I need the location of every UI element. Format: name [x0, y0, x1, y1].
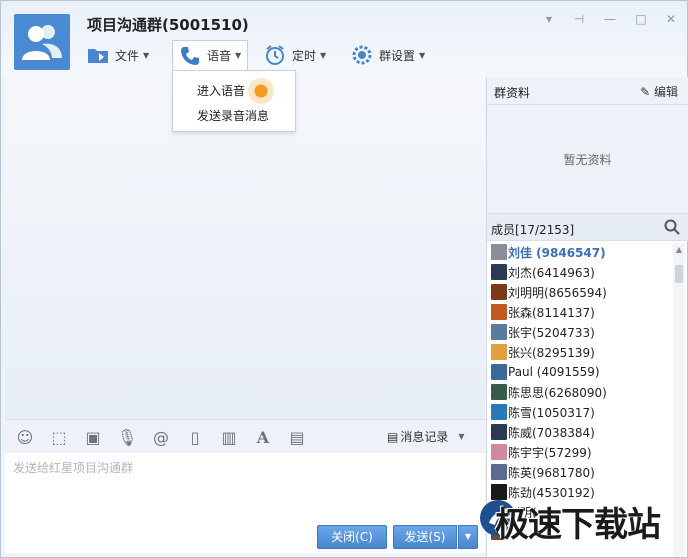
group-title: 项目沟通群(5001510) [87, 16, 249, 34]
member-row[interactable]: 陈雪(1050317) [491, 402, 595, 422]
image-icon[interactable]: ▣ [83, 428, 103, 448]
member-row[interactable]: 刘明明(8656594) [491, 282, 607, 302]
member-row[interactable]: 张森(8114137) [491, 302, 595, 322]
window-header: 项目沟通群(5001510) ▾ ⊣ — □ ✕ 文件 ▼ 语音 ▼ 定时 ▼ … [1, 1, 687, 77]
voice-menu-button[interactable]: 语音 ▼ [172, 40, 249, 70]
file-menu-label: 文件 [115, 48, 140, 63]
scroll-up-icon[interactable]: ▲ [675, 245, 683, 254]
member-avatar [491, 264, 507, 280]
microphone-icon[interactable]: 🎙 [117, 428, 137, 448]
chevron-down-icon: ▼ [419, 50, 426, 60]
pin-icon[interactable]: ▾ [541, 11, 557, 27]
member-avatar [491, 324, 507, 340]
chevron-down-icon: ▼ [143, 50, 150, 60]
input-placeholder: 发送给红星项目沟通群 [13, 461, 134, 475]
input-toolbar: ☺ ⬚ ▣ 🎙 @ ▯ ▥ A ▤ ▤ 消息记录 ▼ [5, 419, 485, 453]
member-name: 陈英(9681780) [508, 465, 595, 480]
member-name: 刘明明(8656594) [508, 285, 607, 300]
member-avatar [491, 244, 507, 260]
group-info-title: 群资料 [494, 86, 531, 100]
member-row[interactable]: 张宇(5204733) [491, 322, 595, 342]
no-data-text: 暂无资料 [563, 153, 612, 167]
member-name: 刘杰(6414963) [508, 265, 595, 280]
dock-icon[interactable]: ⊣ [571, 11, 587, 27]
screenshot-icon[interactable]: ⬚ [49, 428, 69, 448]
close-icon[interactable]: ✕ [663, 11, 679, 27]
member-name: 刘佳 (9846547) [508, 245, 606, 260]
member-avatar [491, 444, 507, 460]
timer-menu-label: 定时 [292, 48, 317, 63]
member-name: 陈思思(6268090) [508, 385, 607, 400]
member-avatar [491, 344, 507, 360]
history-icon: ▤ [387, 429, 399, 444]
member-row[interactable]: 陈威(7038384) [491, 422, 595, 442]
member-row[interactable]: 刘杰(6414963) [491, 262, 595, 282]
message-history-label: 消息记录 [400, 430, 449, 444]
timer-menu-button[interactable]: 定时 ▼ [264, 41, 326, 69]
member-avatar [491, 364, 507, 380]
members-header: 成员[17/2153] [487, 213, 688, 241]
member-name: 张森(8114137) [508, 305, 595, 320]
member-row[interactable]: 陈宇宇(57299) [491, 442, 592, 462]
emoji-icon[interactable]: ☺ [15, 428, 35, 448]
folder-icon [88, 49, 108, 63]
voice-menu-label: 语音 [207, 49, 232, 63]
group-info-content: 暂无资料 [487, 105, 688, 213]
send-options-button[interactable]: ▼ [458, 525, 478, 549]
edit-button[interactable]: ✎ 编辑 [640, 83, 678, 100]
bar-chart-icon[interactable]: ▥ [219, 428, 239, 448]
business-card-icon[interactable]: ▤ [287, 428, 307, 448]
search-icon[interactable] [664, 219, 680, 235]
file-menu-button[interactable]: 文件 ▼ [87, 41, 149, 69]
group-icon [22, 25, 62, 60]
message-history-button[interactable]: ▤ 消息记录 ▼ [387, 428, 465, 445]
close-button[interactable]: 关闭(C) [317, 525, 387, 549]
chevron-down-icon: ▼ [235, 51, 242, 60]
member-row[interactable]: 刘佳 (9846547) [491, 243, 606, 262]
member-row[interactable]: Paul (4091559) [491, 362, 600, 382]
scrollbar-thumb[interactable] [675, 265, 683, 283]
maximize-icon[interactable]: □ [633, 11, 649, 27]
group-settings-button[interactable]: 群设置 ▼ [351, 41, 425, 69]
chat-window: 项目沟通群(5001510) ▾ ⊣ — □ ✕ 文件 ▼ 语音 ▼ 定时 ▼ … [0, 0, 688, 558]
alarm-clock-icon [266, 45, 284, 65]
member-row[interactable]: 陈思思(6268090) [491, 382, 607, 402]
send-button[interactable]: 发送(S) [393, 525, 457, 549]
mention-icon[interactable]: @ [151, 428, 171, 448]
member-avatar [491, 424, 507, 440]
member-list-scrollbar[interactable]: ▲ [673, 243, 685, 557]
side-panel: 群资料 ✎ 编辑 暂无资料 成员[17/2153] 刘佳 (9846547) 刘杰… [486, 77, 688, 557]
member-avatar [491, 384, 507, 400]
member-name: 陈威(7038384) [508, 425, 595, 440]
member-avatar [491, 304, 507, 320]
cursor-highlight [248, 78, 274, 104]
chevron-down-icon: ▼ [458, 432, 465, 441]
edit-label: 编辑 [653, 85, 678, 99]
group-avatar[interactable] [14, 14, 70, 70]
member-row[interactable]: 张兴(8295139) [491, 342, 595, 362]
phone-icon [181, 46, 199, 65]
member-row[interactable]: 陈英(9681780) [491, 462, 595, 482]
pencil-icon: ✎ [640, 85, 651, 99]
gear-icon [352, 45, 372, 65]
menu-item-join-voice[interactable]: 进入语音 [197, 82, 245, 99]
phone-card-icon[interactable]: ▯ [185, 428, 205, 448]
member-name: 陈雪(1050317) [508, 405, 595, 420]
member-name: 张宇(5204733) [508, 325, 595, 340]
menu-item-send-recording[interactable]: 发送录音消息 [197, 107, 269, 124]
minimize-icon[interactable]: — [602, 11, 618, 27]
member-name: 张兴(8295139) [508, 345, 595, 360]
members-title: 成员[17/2153] [491, 223, 575, 237]
group-settings-label: 群设置 [379, 48, 416, 63]
member-name: Paul (4091559) [508, 365, 600, 379]
member-name: 陈宇宇(57299) [508, 445, 592, 460]
member-avatar [491, 464, 507, 480]
member-avatar [491, 284, 507, 300]
group-info-header: 群资料 ✎ 编辑 [487, 77, 688, 105]
watermark-text: 极速下载站 [495, 505, 661, 545]
member-avatar [491, 404, 507, 420]
font-icon[interactable]: A [253, 428, 273, 448]
chevron-down-icon: ▼ [320, 50, 327, 60]
voice-dropdown-menu: 进入语音 发送录音消息 [172, 70, 296, 132]
